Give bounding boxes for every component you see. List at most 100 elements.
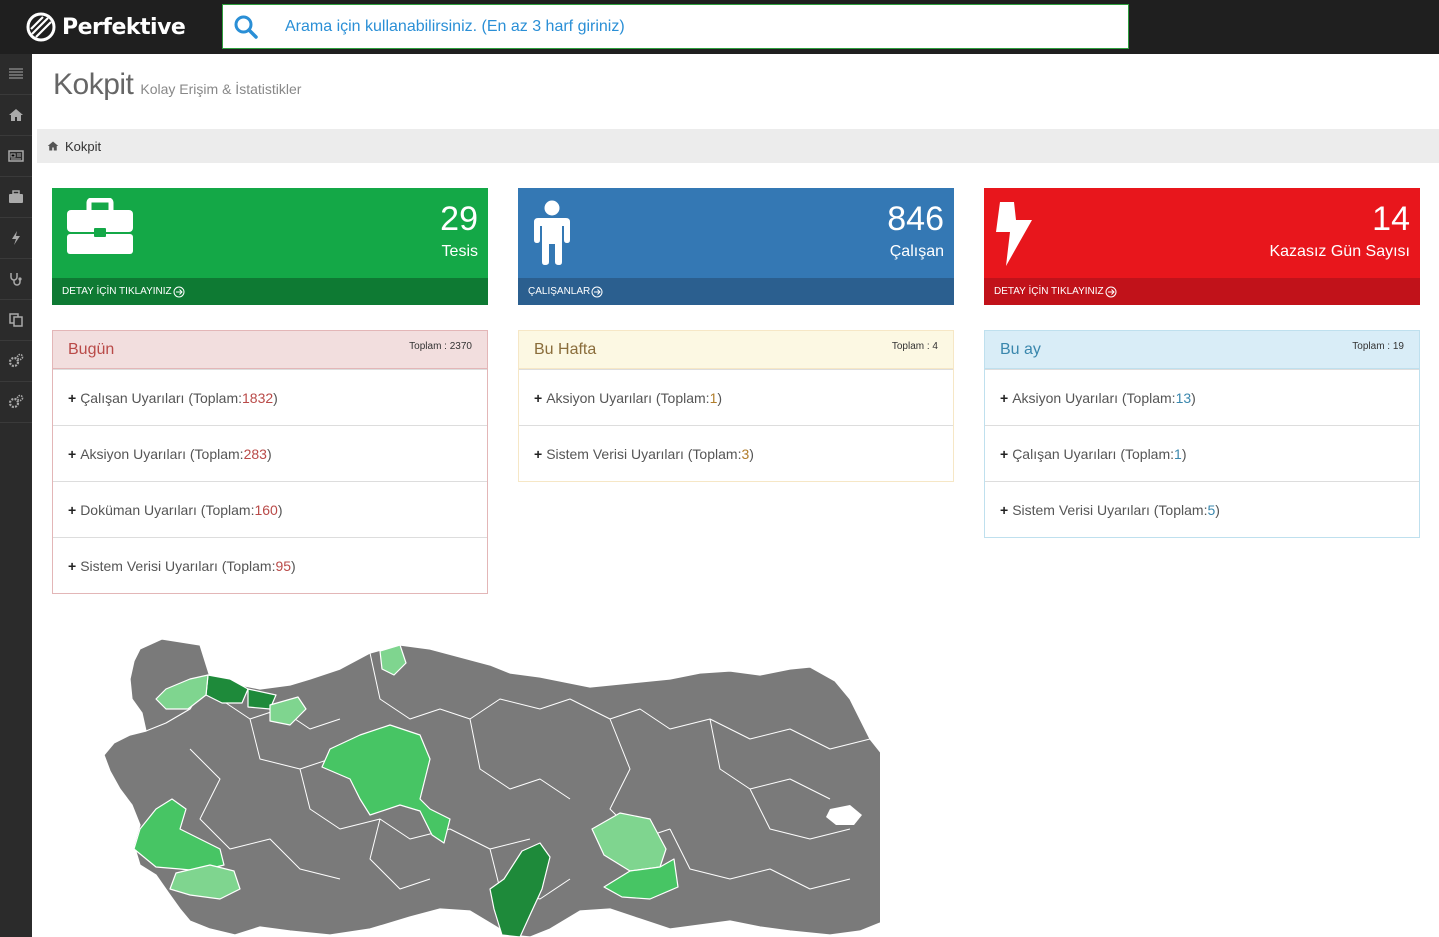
- tile-label: Kazasız Gün Sayısı: [1269, 243, 1410, 260]
- tile-footer-label: ÇALIŞANLAR: [528, 286, 591, 297]
- search-icon[interactable]: [223, 14, 269, 40]
- page-header: Kokpit Kolay Erişim & İstatistikler: [53, 68, 301, 102]
- alert-close: ): [273, 389, 278, 406]
- plus-icon: +: [1000, 501, 1009, 518]
- panel-total: Toplam : 2370: [409, 341, 472, 352]
- alert-close: ): [717, 389, 723, 406]
- plus-icon: +: [68, 501, 77, 518]
- top-bar: Perfektive: [0, 0, 1439, 54]
- breadcrumb-item[interactable]: Kokpit: [65, 139, 101, 154]
- arrow-circle-right-icon: [173, 286, 185, 297]
- alert-close: ): [1191, 389, 1196, 406]
- sidebar-item-news[interactable]: [0, 136, 32, 177]
- stat-tile-facilities[interactable]: 29 Tesis DETAY İÇİN TIKLAYINIZ: [52, 188, 488, 305]
- plus-icon: +: [1000, 445, 1009, 462]
- alert-label: Aksiyon Uyarıları (Toplam:: [546, 389, 710, 406]
- plus-icon: +: [68, 557, 77, 574]
- main-content: Kokpit Kolay Erişim & İstatistikler Kokp…: [32, 54, 1439, 937]
- alert-count: 1832: [242, 389, 274, 406]
- plus-icon: +: [68, 445, 77, 462]
- bolt-icon: [996, 202, 1032, 266]
- gears-icon: [8, 353, 24, 368]
- home-icon: [9, 109, 23, 121]
- gears-icon: [8, 394, 24, 409]
- breadcrumb: Kokpit: [37, 129, 1439, 163]
- sidebar-item-incidents[interactable]: [0, 218, 32, 259]
- copy-icon: [9, 313, 23, 327]
- panel-header: Bu Hafta Toplam : 4: [519, 331, 953, 369]
- alert-close: ): [1215, 501, 1220, 518]
- province-map[interactable]: [70, 639, 880, 937]
- alert-label: Sistem Verisi Uyarıları (Toplam:: [1012, 501, 1208, 518]
- tile-label: Çalışan: [889, 243, 944, 260]
- alert-row[interactable]: + Çalışan Uyarıları (Toplam: 1832): [53, 369, 487, 425]
- alert-label: Çalışan Uyarıları (Toplam:: [80, 389, 243, 406]
- alerts-panel-month: Bu ay Toplam : 19 + Aksiyon Uyarıları (To…: [984, 330, 1420, 538]
- sidebar-item-facilities[interactable]: [0, 177, 32, 218]
- sidebar-item-settings[interactable]: [0, 341, 32, 382]
- briefcase-icon: [9, 190, 23, 203]
- panel-title: Bugün: [68, 340, 115, 358]
- search-input[interactable]: [285, 6, 1128, 47]
- arrow-circle-right-icon: [1105, 286, 1117, 297]
- tile-detail-link[interactable]: DETAY İÇİN TIKLAYINIZ: [984, 278, 1420, 305]
- alert-close: ): [1181, 445, 1187, 462]
- tile-detail-link[interactable]: DETAY İÇİN TIKLAYINIZ: [52, 278, 488, 305]
- search-box: [222, 4, 1129, 49]
- alert-close: ): [291, 557, 296, 574]
- alert-close: ): [266, 445, 272, 462]
- panel-title: Bu Hafta: [534, 340, 597, 358]
- alert-count: 5: [1207, 501, 1216, 518]
- sidebar-item-home[interactable]: [0, 95, 32, 136]
- arrow-circle-right-icon: [591, 286, 603, 297]
- alert-row[interactable]: + Çalışan Uyarıları (Toplam: 1): [985, 425, 1419, 481]
- bolt-icon: [12, 231, 20, 245]
- tile-footer-label: DETAY İÇİN TIKLAYINIZ: [994, 286, 1104, 297]
- sidebar-item-admin[interactable]: [0, 382, 32, 423]
- alert-row[interactable]: + Sistem Verisi Uyarıları (Toplam: 5): [985, 481, 1419, 537]
- plus-icon: +: [534, 389, 543, 406]
- panel-total: Toplam : 4: [891, 341, 938, 352]
- brand-logo[interactable]: Perfektive: [26, 10, 186, 44]
- alert-count: 160: [254, 501, 278, 518]
- page-subtitle: Kolay Erişim & İstatistikler: [140, 81, 302, 97]
- panel-title: Bu ay: [1000, 340, 1041, 358]
- alert-label: Sistem Verisi Uyarıları (Toplam:: [80, 557, 276, 574]
- page-title: Kokpit: [53, 68, 134, 101]
- tile-footer-label: DETAY İÇİN TIKLAYINIZ: [62, 286, 172, 297]
- tile-detail-link[interactable]: ÇALIŞANLAR: [518, 278, 954, 305]
- alert-row[interactable]: + Sistem Verisi Uyarıları (Toplam: 95): [53, 537, 487, 593]
- alert-label: Çalışan Uyarıları (Toplam:: [1012, 445, 1175, 462]
- tile-value: 29: [440, 200, 478, 238]
- alert-count: 3: [741, 445, 750, 462]
- plus-icon: +: [68, 389, 77, 406]
- stethoscope-icon: [10, 273, 22, 286]
- alert-close: ): [749, 445, 754, 462]
- sidebar-item-documents[interactable]: [0, 300, 32, 341]
- alert-label: Doküman Uyarıları (Toplam:: [80, 501, 255, 518]
- brand-name: Perfektive: [62, 14, 186, 40]
- panel-header: Bugün Toplam : 2370: [53, 331, 487, 369]
- alert-row[interactable]: + Aksiyon Uyarıları (Toplam: 13): [985, 369, 1419, 425]
- province-istanbul[interactable]: [205, 674, 249, 704]
- sidebar-toggle[interactable]: [0, 54, 32, 95]
- alert-count: 95: [275, 557, 292, 574]
- alert-label: Aksiyon Uyarıları (Toplam:: [80, 445, 244, 462]
- tile-value: 14: [1372, 200, 1410, 238]
- sidebar-item-health[interactable]: [0, 259, 32, 300]
- menu-icon: [9, 68, 23, 79]
- alert-row[interactable]: + Doküman Uyarıları (Toplam: 160): [53, 481, 487, 537]
- stat-tile-employees[interactable]: 846 Çalışan ÇALIŞANLAR: [518, 188, 954, 305]
- stat-tile-accident-free-days[interactable]: 14 Kazasız Gün Sayısı DETAY İÇİN TIKLAYI…: [984, 188, 1420, 305]
- alert-row[interactable]: + Aksiyon Uyarıları (Toplam: 283): [53, 425, 487, 481]
- alert-row[interactable]: + Aksiyon Uyarıları (Toplam: 1): [519, 369, 953, 425]
- sidebar: [0, 54, 32, 937]
- alerts-panel-today: Bugün Toplam : 2370 + Çalışan Uyarıları (…: [52, 330, 488, 594]
- alert-label: Sistem Verisi Uyarıları (Toplam:: [546, 445, 742, 462]
- plus-icon: +: [534, 445, 543, 462]
- logo-icon: [26, 12, 56, 42]
- alert-label: Aksiyon Uyarıları (Toplam:: [1012, 389, 1176, 406]
- alert-count: 13: [1175, 389, 1192, 406]
- alert-row[interactable]: + Sistem Verisi Uyarıları (Toplam: 3): [519, 425, 953, 481]
- panel-header: Bu ay Toplam : 19: [985, 331, 1419, 369]
